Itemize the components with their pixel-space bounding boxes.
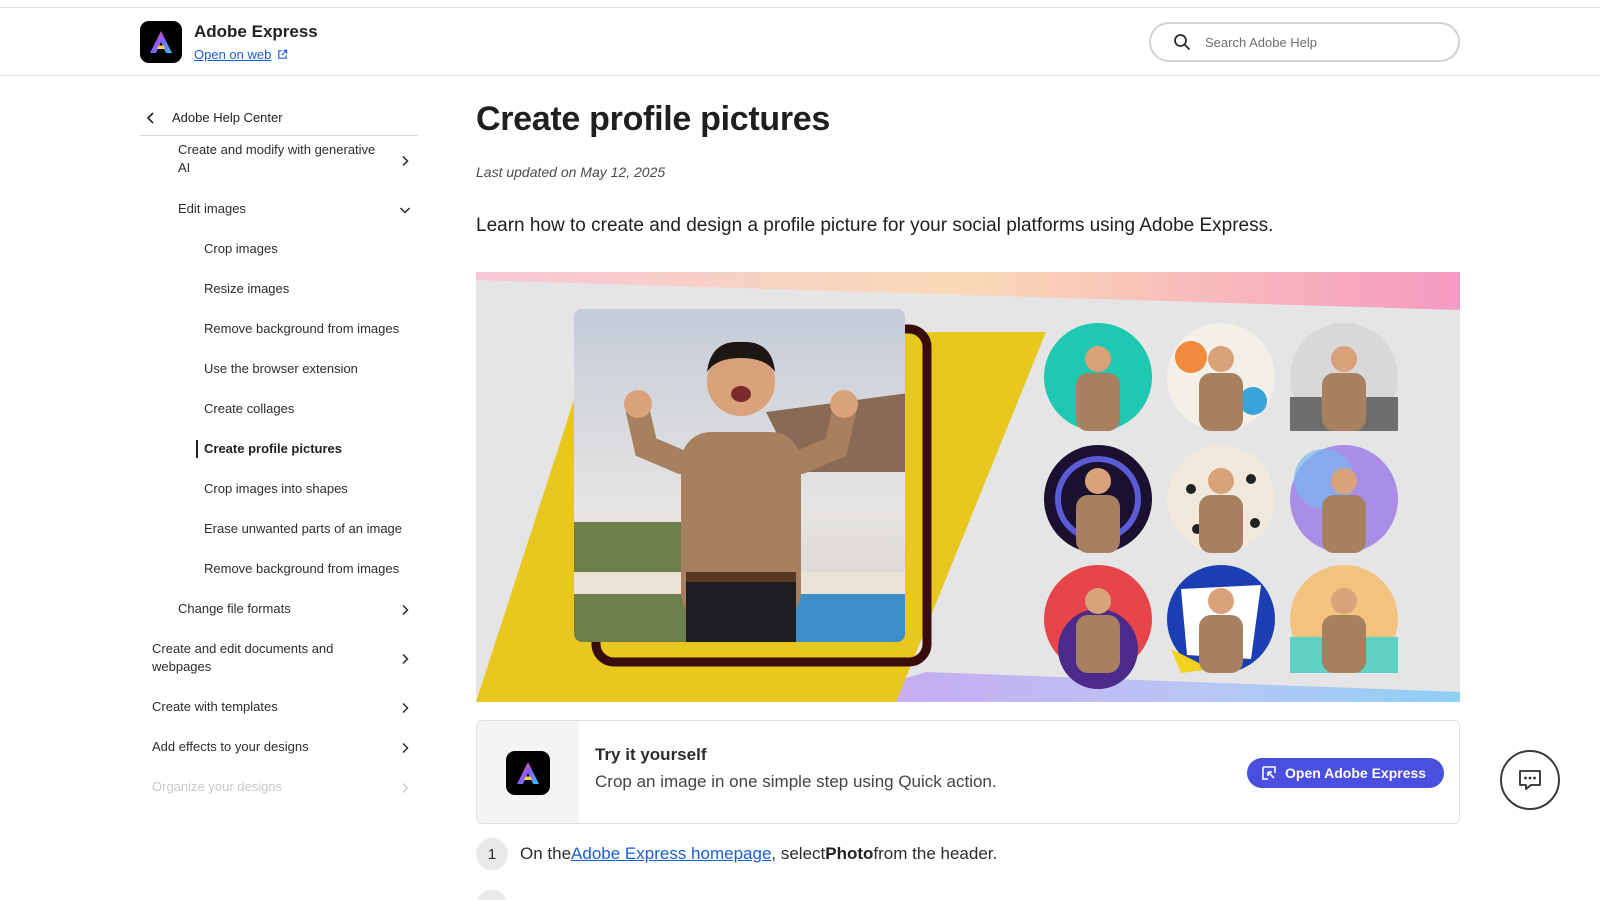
sidebar-item-label: Create and modify with generative: [178, 142, 376, 157]
sidebar-item-label: webpages: [152, 659, 212, 674]
step-text-middle: , select: [771, 844, 826, 863]
last-updated: Last updated on May 12, 2025: [476, 164, 666, 180]
open-on-web-label: Open on web: [194, 47, 272, 62]
open-button-label: Open Adobe Express: [1285, 765, 1427, 781]
open-on-web-link[interactable]: Open on web: [194, 47, 288, 62]
sidebar-item-create-profile-pictures[interactable]: Create profile pictures: [204, 440, 342, 458]
sidebar-item-generative-ai[interactable]: Create and modify with generative AI: [178, 141, 378, 177]
open-app-icon: [1262, 766, 1276, 780]
chevron-right-icon[interactable]: [399, 155, 411, 167]
chevron-right-icon[interactable]: [399, 742, 411, 754]
active-indicator: [196, 440, 198, 458]
intro-text: Learn how to create and design a profile…: [476, 215, 1274, 236]
sidebar-item-documents-webpages[interactable]: Create and edit documents and webpages: [152, 640, 382, 676]
external-link-icon: [278, 49, 288, 59]
chevron-right-icon[interactable]: [399, 702, 411, 714]
try-it-yourself-card: Try it yourself Crop an image in one sim…: [476, 720, 1460, 824]
chevron-left-icon: [146, 111, 154, 124]
sidebar-item-edit-images[interactable]: Edit images: [178, 200, 246, 218]
express-a-icon: [517, 762, 539, 784]
sidebar-item-remove-background[interactable]: Remove background from images: [204, 320, 399, 338]
sidebar-item-create-collages[interactable]: Create collages: [204, 400, 294, 418]
step-number: 1: [476, 838, 508, 870]
app-title: Adobe Express: [194, 22, 318, 41]
back-to-help-center[interactable]: Adobe Help Center: [140, 100, 418, 136]
sidebar-item-create-with-templates[interactable]: Create with templates: [152, 698, 278, 716]
search-icon: [1174, 34, 1190, 50]
chevron-right-icon[interactable]: [399, 604, 411, 616]
open-adobe-express-button[interactable]: Open Adobe Express: [1247, 758, 1445, 788]
top-strip: [0, 0, 1600, 8]
try-card-description: Crop an image in one simple step using Q…: [595, 772, 997, 791]
chat-button[interactable]: [1500, 750, 1560, 810]
header: Adobe Express Open on web: [0, 8, 1600, 76]
sidebar-item-crop-images[interactable]: Crop images: [204, 240, 278, 258]
profile-pictures-illustration: [476, 272, 1460, 702]
sidebar-item-resize-images[interactable]: Resize images: [204, 280, 289, 298]
search-input[interactable]: [1205, 34, 1425, 50]
sidebar-item-label: Create and edit documents and: [152, 641, 334, 656]
sidebar-item-crop-into-shapes[interactable]: Crop images into shapes: [204, 480, 348, 498]
sidebar-item-add-effects[interactable]: Add effects to your designs: [152, 738, 309, 756]
chevron-right-icon[interactable]: [399, 782, 411, 794]
adobe-express-logo: [506, 751, 550, 795]
hero-image: [476, 272, 1460, 702]
chevron-right-icon[interactable]: [399, 653, 411, 665]
express-a-icon: [150, 31, 172, 53]
chevron-down-icon[interactable]: [399, 204, 411, 216]
search-box[interactable]: [1149, 22, 1460, 62]
try-card-title: Try it yourself: [595, 745, 707, 764]
step-text-prefix: On the: [520, 844, 572, 863]
sidebar-item-label: AI: [178, 160, 191, 175]
step-text-bold: Photo: [825, 844, 874, 863]
adobe-express-homepage-link[interactable]: Adobe Express homepage: [571, 844, 771, 864]
step-text-suffix: from the header.: [873, 844, 998, 863]
avatar-grid: [1044, 323, 1398, 689]
step-2-number-partial: [476, 890, 508, 900]
back-label: Adobe Help Center: [172, 110, 283, 125]
sidebar-item-erase-unwanted[interactable]: Erase unwanted parts of an image: [204, 520, 402, 538]
chat-icon: [1519, 770, 1541, 790]
step-1: 1 On the Adobe Express homepage , select…: [476, 838, 997, 870]
sidebar-item-change-file-formats[interactable]: Change file formats: [178, 600, 291, 618]
adobe-express-logo[interactable]: [140, 21, 182, 63]
sidebar: Adobe Help Center: [140, 100, 418, 136]
sidebar-item-remove-background-2[interactable]: Remove background from images: [204, 560, 399, 578]
sidebar-item-organize-designs[interactable]: Organize your designs: [152, 778, 282, 796]
try-card-icon-area: [477, 721, 579, 823]
page-title: Create profile pictures: [476, 100, 830, 138]
sidebar-item-browser-extension[interactable]: Use the browser extension: [204, 360, 358, 378]
